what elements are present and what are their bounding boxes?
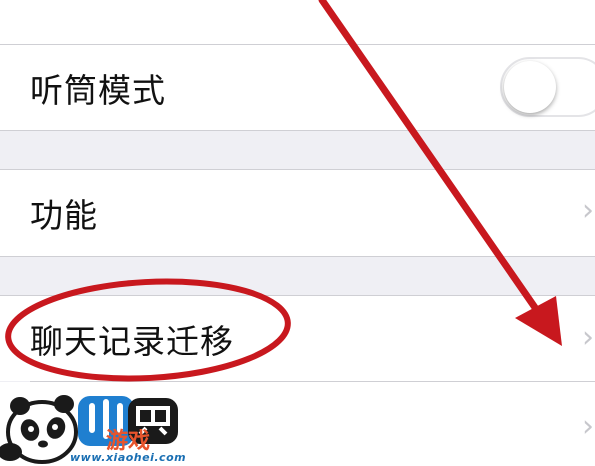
highlight-ellipse <box>5 278 291 382</box>
watermark-url: www.xiaohei.com <box>70 451 187 464</box>
arrow-head <box>515 296 562 346</box>
arrow-line <box>318 0 549 326</box>
